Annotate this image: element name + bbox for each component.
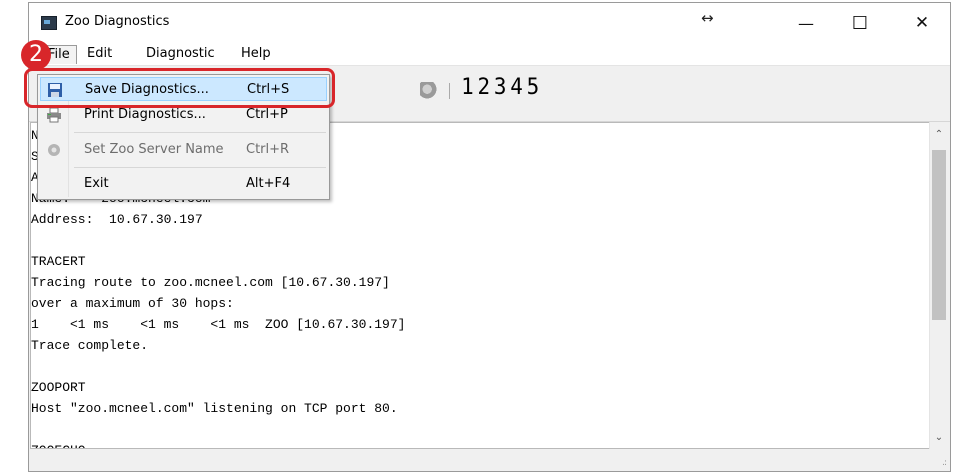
- server-settings-icon[interactable]: [420, 82, 438, 100]
- resize-horizontal-icon: ↔: [701, 9, 714, 27]
- menu-separator: [74, 167, 326, 168]
- scroll-thumb[interactable]: [932, 150, 946, 320]
- step-digits-display: 12345: [461, 75, 544, 100]
- menu-item-label: Set Zoo Server Name: [84, 142, 224, 157]
- menu-item-set-zoo-server-name[interactable]: Set Zoo Server Name Ctrl+R: [40, 138, 327, 162]
- minimize-button[interactable]: —: [783, 3, 829, 43]
- menu-item-exit[interactable]: Exit Alt+F4: [40, 172, 327, 196]
- menu-edit[interactable]: Edit: [81, 45, 118, 63]
- log-line: Address: 10.67.30.197: [31, 212, 203, 227]
- scroll-down-icon[interactable]: ⌄: [930, 429, 948, 447]
- log-line: Trace complete.: [31, 338, 149, 353]
- menu-item-shortcut: Alt+F4: [246, 176, 291, 191]
- toolbar-separator: [449, 83, 450, 99]
- log-line: TRACERT: [31, 254, 86, 269]
- menu-separator: [74, 132, 326, 133]
- title-bar[interactable]: Zoo Diagnostics ↔ — ☐ ✕: [29, 3, 950, 43]
- menu-item-shortcut: Ctrl+R: [246, 142, 290, 157]
- menu-bar: File Edit Diagnostic Help: [29, 43, 950, 66]
- status-bar: .:: [29, 449, 950, 471]
- menu-item-label: Exit: [84, 176, 109, 191]
- log-line: Host "zoo.mcneel.com" listening on TCP p…: [31, 401, 398, 416]
- app-icon: [41, 16, 57, 30]
- maximize-button[interactable]: ☐: [837, 3, 883, 43]
- log-line: over a maximum of 30 hops:: [31, 296, 234, 311]
- log-line: 1 <1 ms <1 ms <1 ms ZOO [10.67.30.197]: [31, 317, 406, 332]
- log-line: Tracing route to zoo.mcneel.com [10.67.3…: [31, 275, 390, 290]
- server-settings-icon: [48, 144, 60, 156]
- window-title: Zoo Diagnostics: [65, 14, 170, 29]
- log-line: ZOOPORT: [31, 380, 86, 395]
- vertical-scrollbar[interactable]: ⌃ ⌄: [929, 122, 948, 449]
- resize-grip-icon[interactable]: .:: [942, 458, 947, 468]
- step-number-badge: 2: [21, 40, 51, 70]
- close-button[interactable]: ✕: [899, 3, 945, 43]
- scroll-up-icon[interactable]: ⌃: [930, 126, 948, 144]
- menu-diagnostic[interactable]: Diagnostic: [140, 45, 221, 63]
- log-line: ZOOECHO: [31, 440, 929, 448]
- printer-icon: [47, 107, 61, 123]
- annotation-highlight-frame: [24, 68, 335, 108]
- menu-help[interactable]: Help: [235, 45, 277, 63]
